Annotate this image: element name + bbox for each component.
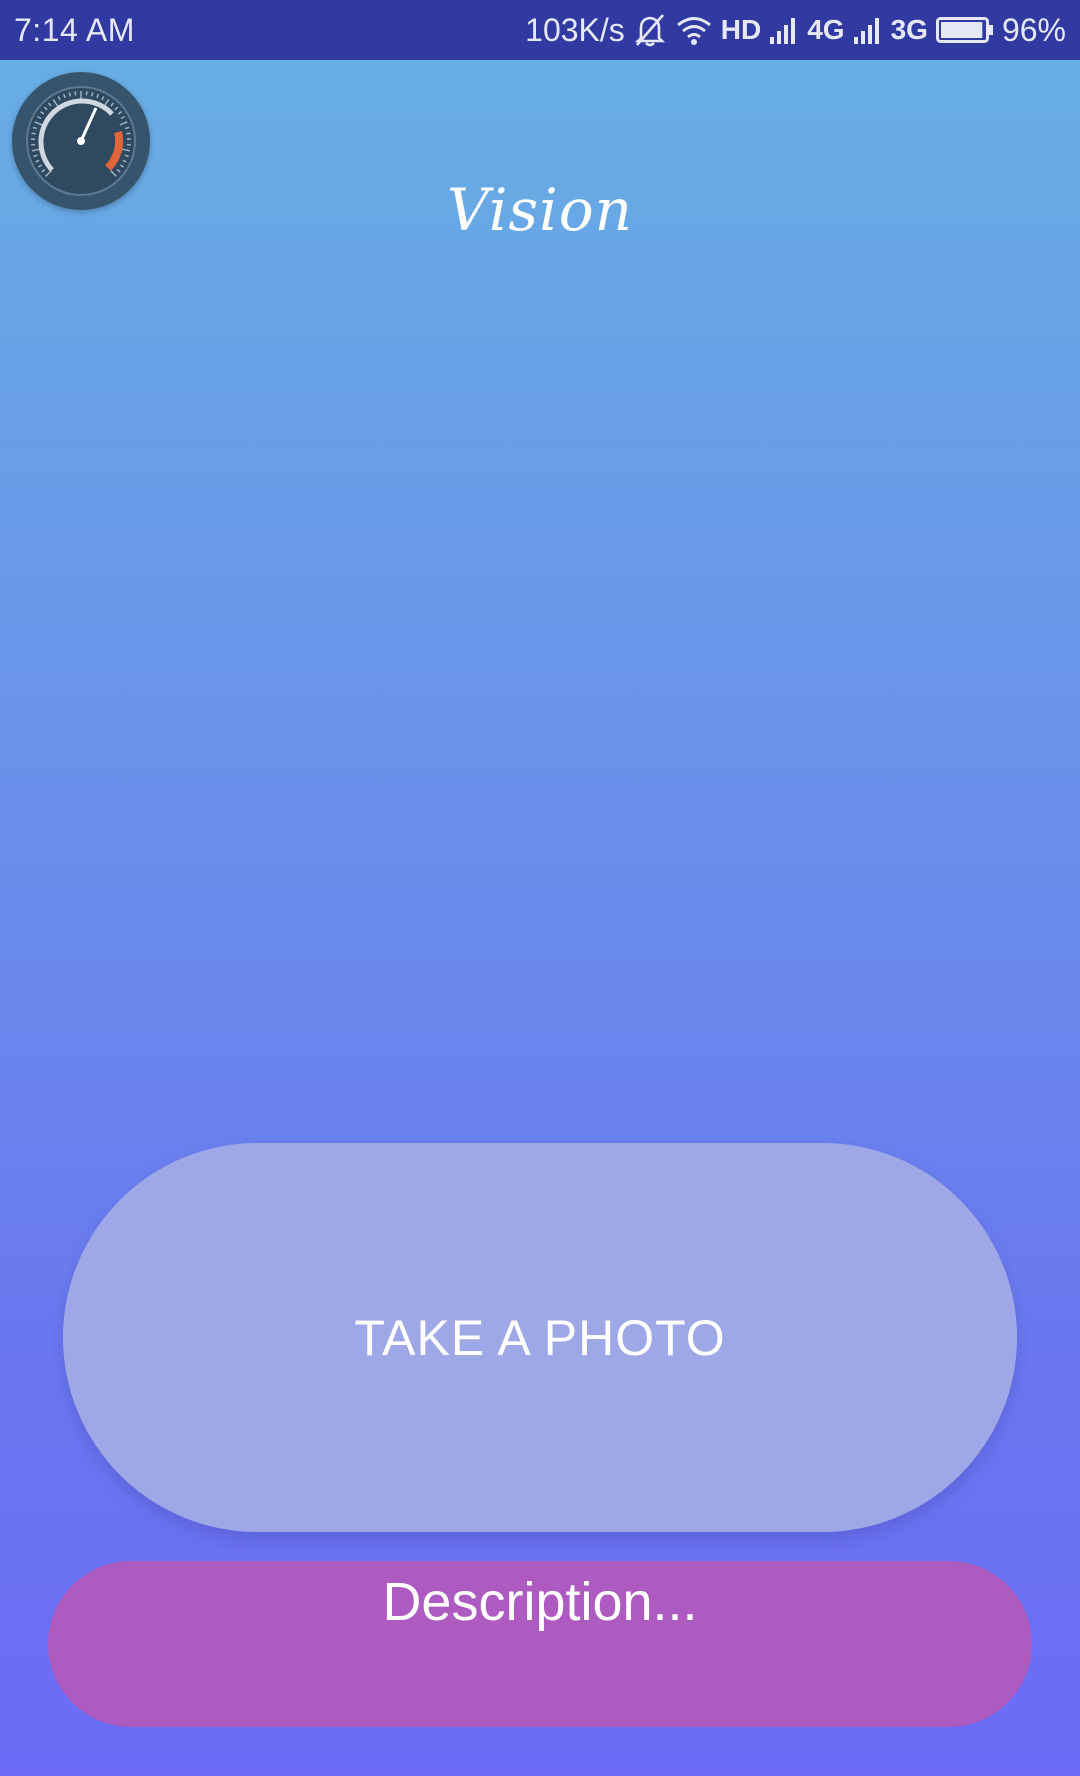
app-screen: 7:14 AM 103K/s HD 4G 3G 96% Vision TAKE … (0, 0, 1080, 1776)
gauge-tick (74, 91, 77, 96)
gauge-tick (90, 92, 94, 97)
take-photo-button[interactable]: TAKE A PHOTO (63, 1143, 1017, 1532)
network-4g-label: 4G (807, 14, 845, 45)
speedometer-icon (26, 86, 136, 196)
network-3g-label: 3G (890, 14, 928, 45)
bell-muted-icon (633, 12, 667, 48)
battery-icon (935, 16, 994, 44)
speed-meter-widget[interactable] (12, 72, 150, 210)
signal-icon (769, 15, 799, 45)
status-time: 7:14 AM (14, 12, 135, 48)
signal-icon (853, 15, 883, 45)
status-bar: 7:14 AM 103K/s HD 4G 3G 96% (0, 0, 1080, 60)
app-logo: Vision (446, 176, 633, 244)
wifi-icon (675, 14, 713, 46)
description-field[interactable]: Description... (48, 1561, 1032, 1727)
gauge-tick (32, 126, 37, 130)
gauge-tick (68, 92, 72, 97)
gauge-tick (31, 132, 36, 135)
gauge-tick (125, 126, 130, 130)
gauge-tick (126, 132, 131, 135)
battery-percent: 96% (1001, 11, 1066, 48)
hd-label: HD (720, 14, 762, 45)
net-speed: 103K/s (525, 11, 625, 48)
gauge-tick (85, 91, 88, 96)
status-icons: 103K/s HD 4G 3G 96% (525, 10, 1066, 50)
